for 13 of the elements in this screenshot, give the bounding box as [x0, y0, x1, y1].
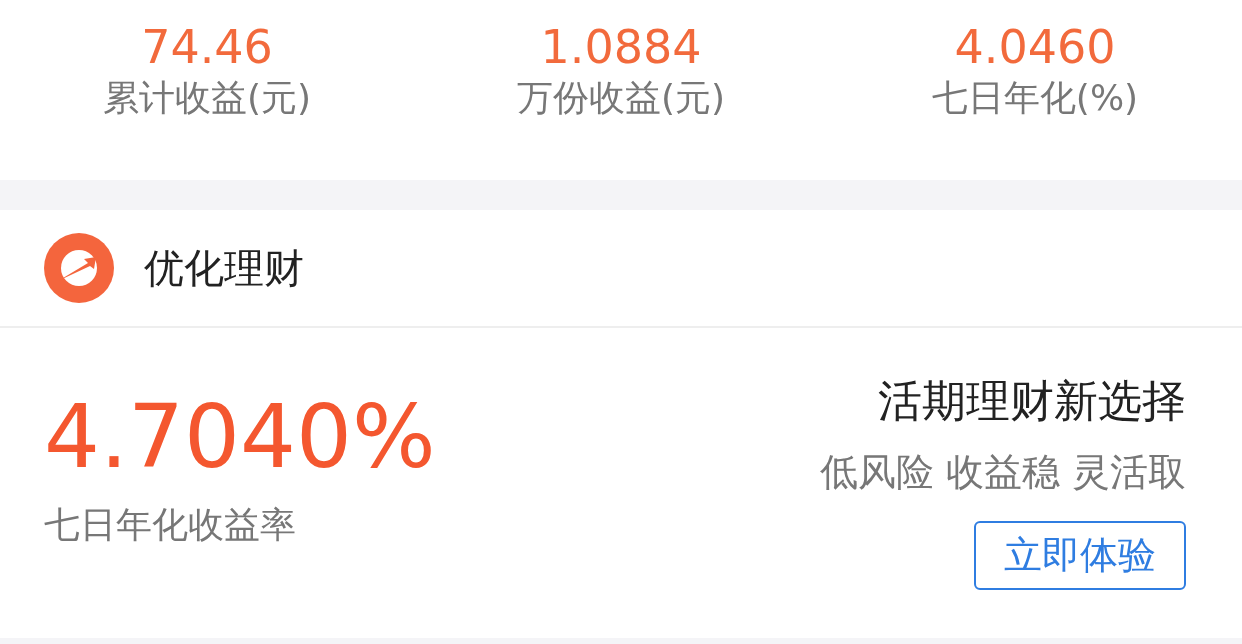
stat-label: 七日年化(%): [931, 76, 1139, 120]
try-now-button[interactable]: 立即体验: [974, 521, 1186, 590]
stat-label: 累计收益(元): [102, 76, 312, 120]
feature-tags: 低风险 收益稳 灵活取: [819, 444, 1186, 501]
stat-value: 4.0460: [954, 19, 1116, 76]
rate-label: 七日年化收益率: [44, 503, 297, 547]
stat-value: 1.0884: [540, 19, 702, 76]
headline: 活期理财新选择: [878, 374, 1186, 428]
stat-label: 万份收益(元): [516, 76, 726, 120]
stat-value: 74.46: [141, 19, 273, 76]
rate-value: 4.7040%: [44, 384, 436, 490]
section-title: 优化理财: [144, 244, 304, 293]
logo-icon: [44, 233, 114, 303]
